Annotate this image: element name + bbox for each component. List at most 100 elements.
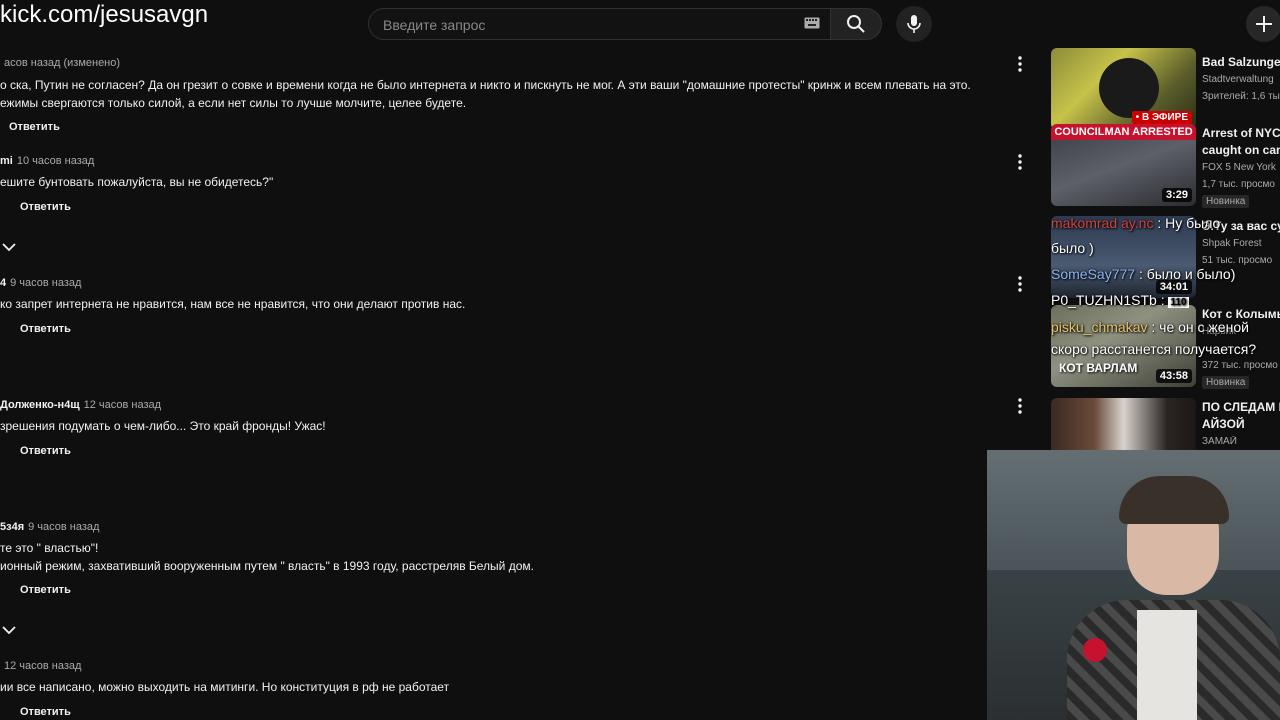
video-title[interactable]: ПО СЛЕДАМ И	[1202, 399, 1280, 416]
comment-line: ко запрет интернета не нравится, нам все…	[0, 297, 466, 311]
comment-text: ии все написано, можно выходить на митин…	[0, 678, 1000, 696]
chat-message: makomrad ay.nc : Ну было	[1051, 215, 1220, 231]
microphone-icon	[907, 15, 921, 33]
comment-line: о ска, Путин не согласен? Да он грезит о…	[0, 78, 971, 92]
chat-username: SomeSay777	[1051, 266, 1136, 282]
chat-text: : было и было)	[1138, 266, 1236, 282]
thumbnail-caption: COUNCILMAN ARRESTED	[1051, 124, 1196, 140]
comment-time: асов назад (изменено)	[4, 57, 121, 69]
comment-line: ешите бунтовать пожалуйста, вы не обидет…	[0, 175, 274, 189]
chat-username: pisku_chmakav	[1051, 319, 1148, 335]
thumbnail-caption: КОТ ВАРЛАМ	[1059, 361, 1138, 375]
chat-username: P0_TUZHN1STb	[1051, 292, 1157, 308]
video-title-line2[interactable]: АЙЗОЙ	[1202, 416, 1280, 433]
streamer-tshirt	[1137, 610, 1197, 720]
comment-author[interactable]: mi	[0, 155, 13, 167]
video-views: 372 тыс. просмо	[1202, 360, 1278, 371]
comment-line: ии все написано, можно выходить на митин…	[0, 680, 450, 694]
comment-time: 9 часов назад	[10, 277, 82, 289]
chevron-down-icon[interactable]	[2, 242, 16, 252]
video-views: 51 тыс. просмо	[1202, 255, 1273, 266]
stream-url-overlay: kick.com/jesusavgn	[0, 1, 209, 28]
chat-message: P0_TUZHN1STb : 110	[1051, 292, 1189, 308]
video-views: 1,7 тыс. просмо	[1202, 179, 1275, 190]
video-channel[interactable]: FOX 5 New York	[1202, 162, 1280, 173]
reply-button[interactable]: Ответить	[20, 584, 71, 596]
search-input[interactable]	[381, 9, 785, 41]
comment-meta: 12 часов назад	[0, 660, 1000, 672]
comment-meta: асов назад (изменено)	[0, 57, 1000, 69]
comment-time: 12 часов назад	[4, 660, 82, 672]
voice-search-button[interactable]	[896, 6, 932, 42]
comment: 4 9 часов назад ко запрет интернета не нр…	[0, 277, 1000, 335]
more-options-icon[interactable]	[1014, 275, 1026, 293]
video-channel[interactable]: Stadtverwaltung	[1202, 74, 1280, 85]
comment-time: 10 часов назад	[16, 155, 95, 167]
search-icon	[847, 15, 865, 33]
comment: 12 часов назад ии все написано, можно вы…	[0, 660, 1000, 718]
keyboard-icon[interactable]	[804, 17, 820, 29]
chat-emote: 110	[1168, 297, 1189, 308]
live-badge: • В ЭФИРЕ	[1131, 111, 1192, 124]
reply-button[interactable]: Ответить	[9, 121, 60, 133]
comment-line: ежимы свергаются только силой, а если не…	[0, 96, 467, 110]
video-title[interactable]: Bad Salzunger	[1202, 54, 1280, 71]
plus-icon	[1256, 16, 1272, 32]
video-views: Зрителей: 1,6 ты	[1202, 91, 1280, 102]
video-duration: 43:58	[1155, 369, 1192, 383]
chat-text: : Ну было	[1157, 215, 1221, 231]
microphone-icon	[1083, 638, 1107, 662]
comment-text: ко запрет интернета не нравится, нам все…	[0, 295, 1000, 313]
comment-meta: 4 9 часов назад	[0, 277, 1000, 289]
comment-line: ионный режим, захвативший вооруженным пу…	[0, 559, 534, 573]
video-title[interactable]: Arrest of NYC	[1202, 125, 1280, 142]
reply-button[interactable]: Ответить	[20, 706, 71, 718]
comments-section: асов назад (изменено) о ска, Путин не со…	[0, 48, 1040, 720]
comment-text: ешите бунтовать пожалуйста, вы не обидет…	[0, 173, 1000, 191]
new-badge: Новинка	[1202, 376, 1250, 389]
comment: Долженко-н4щ 12 часов назад зрешения поду…	[0, 399, 1000, 457]
chat-message: pisku_chmakav : че он с женой	[1051, 319, 1249, 335]
search-button[interactable]	[830, 8, 882, 40]
more-options-icon[interactable]	[1014, 55, 1026, 73]
reply-button[interactable]: Ответить	[20, 323, 71, 335]
search-box[interactable]	[368, 8, 838, 41]
comment-author[interactable]: Долженко-н4щ	[0, 399, 80, 411]
comment-text: те это " властью"! ионный режим, захвати…	[0, 539, 1000, 575]
chat-text: :	[1160, 292, 1165, 308]
webcam-feed	[987, 450, 1280, 720]
chat-text: : че он с женой	[1151, 319, 1249, 335]
comment-text: зрешения подумать о чем-либо... Это край…	[0, 417, 1000, 435]
chat-username: makomrad ay.nc	[1051, 215, 1154, 231]
new-badge: Новинка	[1202, 195, 1250, 208]
comment-line: те это " властью"!	[0, 541, 99, 555]
chat-message-cont: было )	[1051, 240, 1094, 256]
reply-button[interactable]: Ответить	[20, 201, 71, 213]
comment-meta: mi 10 часов назад	[0, 155, 1000, 167]
video-duration: 3:29	[1161, 188, 1192, 202]
comment-line: зрешения подумать о чем-либо... Это край…	[0, 419, 326, 433]
more-options-icon[interactable]	[1014, 153, 1026, 171]
video-thumbnail[interactable]: COUNCILMAN ARRESTED 3:29	[1051, 124, 1196, 206]
chat-message: SomeSay777 : было и было)	[1051, 266, 1235, 282]
thumbnail-image	[1099, 58, 1159, 118]
comment: 5з4я 9 часов назад те это " властью"! ион…	[0, 521, 1000, 596]
comment-time: 9 часов назад	[28, 521, 100, 533]
video-thumbnail[interactable]: • В ЭФИРЕ	[1051, 48, 1196, 130]
comment: mi 10 часов назад ешите бунтовать пожалуй…	[0, 155, 1000, 213]
comment: асов назад (изменено) о ска, Путин не со…	[0, 57, 1000, 133]
more-options-icon[interactable]	[1014, 397, 1026, 415]
comment-author[interactable]: 5з4я	[0, 521, 24, 533]
comment-text: о ска, Путин не согласен? Да он грезит о…	[0, 76, 1000, 112]
video-title-line2[interactable]: caught on cam	[1202, 142, 1280, 159]
video-thumbnail[interactable]	[1051, 398, 1196, 450]
video-channel[interactable]: Shpak Forest	[1202, 238, 1280, 249]
video-channel[interactable]: ЗАМАЙ	[1202, 436, 1280, 447]
create-button[interactable]	[1246, 6, 1280, 42]
chevron-down-icon[interactable]	[2, 625, 16, 635]
comment-meta: 5з4я 9 часов назад	[0, 521, 1000, 533]
reply-button[interactable]: Ответить	[20, 445, 71, 457]
chat-message-cont: скоро расстанется получается?	[1051, 341, 1257, 357]
streamer-hair	[1119, 476, 1229, 524]
comment-author[interactable]: 4	[0, 277, 6, 289]
